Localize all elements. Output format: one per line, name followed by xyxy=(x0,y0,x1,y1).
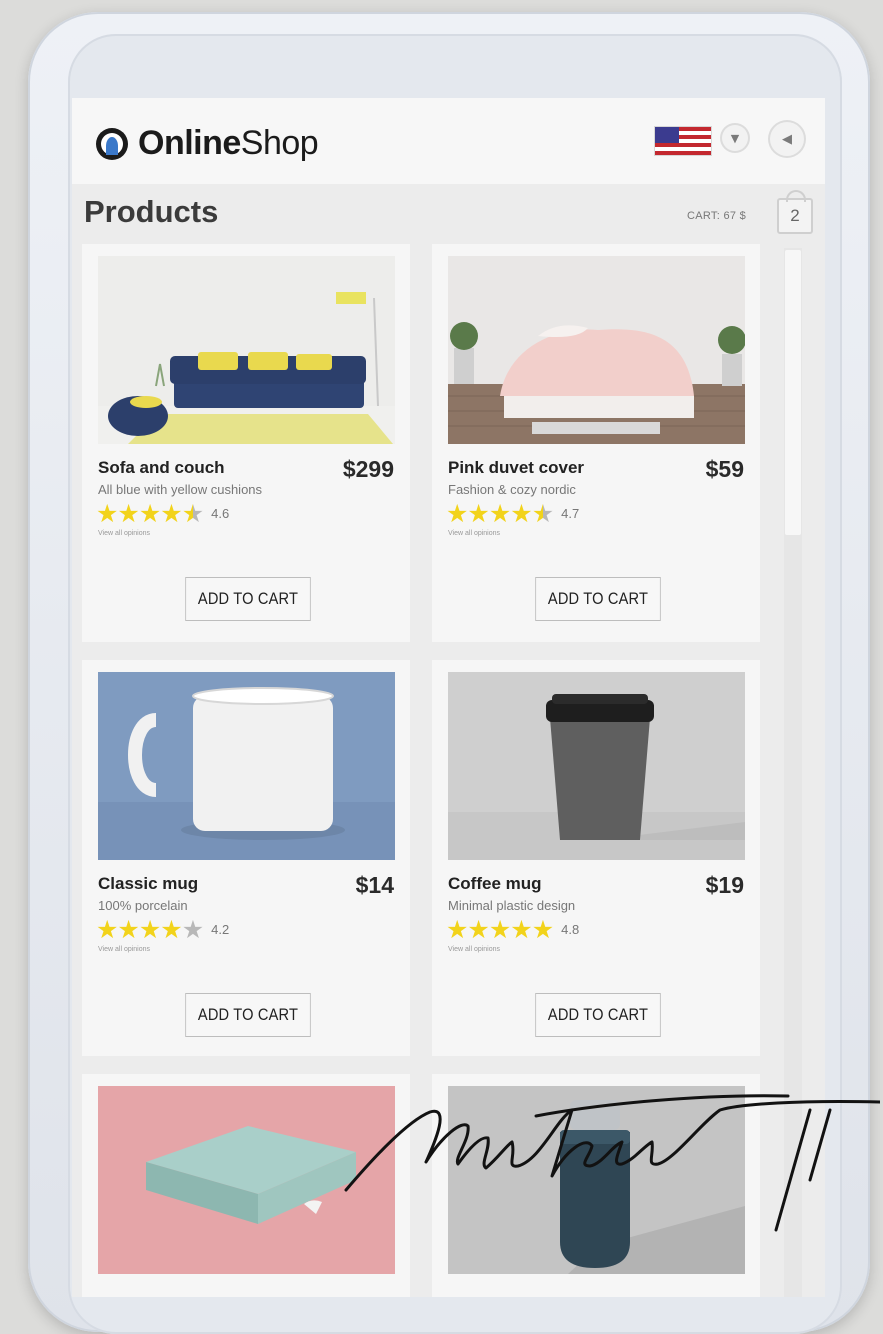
rating-value: 4.7 xyxy=(561,506,580,521)
rating-value: 4.2 xyxy=(211,922,230,937)
product-image[interactable] xyxy=(448,1086,745,1274)
page-title: Products xyxy=(84,194,219,229)
product-image[interactable] xyxy=(448,672,745,860)
cart-bag-icon[interactable]: 2 xyxy=(777,190,813,234)
star-icon: ★ xyxy=(160,915,183,944)
product-price: $14 xyxy=(355,872,394,898)
product-name[interactable]: Pink duvet cover xyxy=(448,458,584,478)
add-to-cart-button[interactable]: ADD TO CART xyxy=(185,577,311,621)
back-arrow-icon: ◀ xyxy=(782,131,792,147)
star-icon: ★ xyxy=(467,915,490,944)
empty-star-icon: ★ xyxy=(181,915,205,944)
star-icon: ★ xyxy=(96,915,119,944)
product-card: Classic mug $14 100% porcelain ★ ★ ★ ★ ★ 4.2… xyxy=(82,660,410,1056)
star-icon: ★ xyxy=(510,915,533,944)
star-icon: ★ xyxy=(96,499,119,528)
add-to-cart-button[interactable]: ADD TO CART xyxy=(535,993,661,1037)
rating-value: 4.8 xyxy=(561,922,580,937)
top-bar: OnlineShop ▼ ◀ xyxy=(72,98,825,184)
half-star-icon: ★ xyxy=(531,499,555,528)
app-screen: OnlineShop ▼ ◀ Products CART: 67 $ 2 Sof… xyxy=(72,98,825,1297)
rating-stars: ★ ★ ★ ★ ★ 4.6 xyxy=(96,501,229,526)
view-opinions-link[interactable]: View all opinions xyxy=(448,530,500,537)
product-price: $59 xyxy=(705,456,744,482)
star-icon: ★ xyxy=(510,499,533,528)
product-image[interactable] xyxy=(448,256,745,444)
star-icon: ★ xyxy=(117,499,140,528)
product-price: $299 xyxy=(342,456,394,482)
scrollbar[interactable] xyxy=(784,248,802,1297)
product-description: Fashion & cozy nordic xyxy=(448,482,576,497)
star-icon: ★ xyxy=(531,915,555,944)
rating-stars: ★ ★ ★ ★ ★ 4.7 xyxy=(446,501,579,526)
product-card: Sofa and couch $299 All blue with yellow… xyxy=(82,244,410,642)
product-image[interactable] xyxy=(98,256,395,444)
chevron-down-icon: ▼ xyxy=(730,131,740,145)
product-description: Minimal plastic design xyxy=(448,898,576,913)
rating-stars: ★ ★ ★ ★ ★ 4.2 xyxy=(96,917,229,942)
product-image[interactable] xyxy=(98,1086,395,1274)
add-to-cart-button[interactable]: ADD TO CART xyxy=(185,993,311,1037)
product-card xyxy=(432,1074,760,1297)
star-icon: ★ xyxy=(488,499,512,528)
product-card: Pink duvet cover $59 Fashion & cozy nord… xyxy=(432,244,760,642)
brand-name: OnlineShop xyxy=(138,124,319,162)
product-name[interactable]: Coffee mug xyxy=(448,874,542,894)
star-icon: ★ xyxy=(117,915,140,944)
product-image[interactable] xyxy=(98,672,395,860)
logo-icon xyxy=(96,127,128,160)
product-card: Coffee mug $19 Minimal plastic design ★ ★… xyxy=(432,660,760,1056)
rating-value: 4.6 xyxy=(211,506,230,521)
cart-count-badge: 2 xyxy=(790,206,800,225)
view-opinions-link[interactable]: View all opinions xyxy=(98,530,150,537)
star-icon: ★ xyxy=(488,915,512,944)
product-name[interactable]: Classic mug xyxy=(98,874,198,894)
star-icon: ★ xyxy=(160,499,183,528)
star-icon: ★ xyxy=(446,499,469,528)
star-icon: ★ xyxy=(138,499,162,528)
product-name[interactable]: Sofa and couch xyxy=(98,458,225,478)
scrollbar-thumb[interactable] xyxy=(785,250,801,535)
product-card xyxy=(82,1074,410,1297)
us-flag-icon[interactable] xyxy=(655,127,711,155)
cart-total: CART: 67 $ xyxy=(687,210,747,222)
star-icon: ★ xyxy=(467,499,490,528)
view-opinions-link[interactable]: View all opinions xyxy=(448,946,500,953)
product-price: $19 xyxy=(705,872,744,898)
product-description: All blue with yellow cushions xyxy=(98,482,263,497)
logo[interactable]: OnlineShop xyxy=(96,124,319,163)
language-dropdown-button[interactable]: ▼ xyxy=(722,125,748,151)
product-description: 100% porcelain xyxy=(98,898,188,913)
star-icon: ★ xyxy=(138,915,162,944)
add-to-cart-button[interactable]: ADD TO CART xyxy=(535,577,661,621)
star-icon: ★ xyxy=(446,915,469,944)
half-star-icon: ★ xyxy=(181,499,205,528)
back-button[interactable]: ◀ xyxy=(770,122,804,156)
view-opinions-link[interactable]: View all opinions xyxy=(98,946,150,953)
rating-stars: ★ ★ ★ ★ ★ 4.8 xyxy=(446,917,579,942)
